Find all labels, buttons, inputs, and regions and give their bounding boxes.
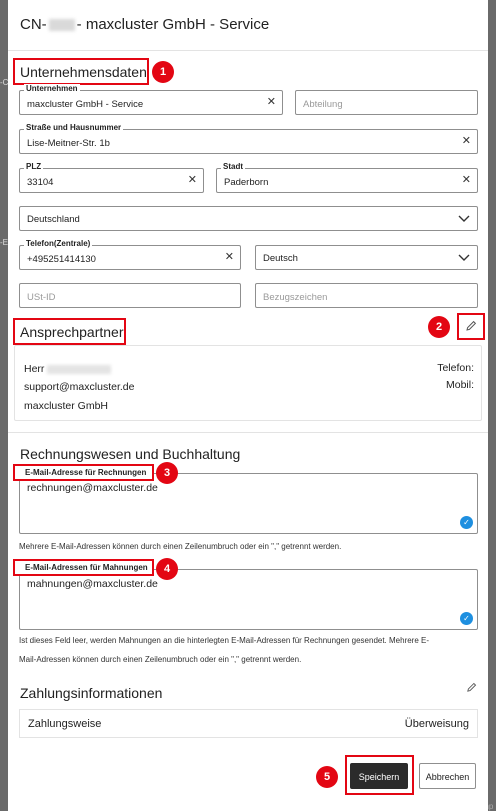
modal-title-prefix: CN- bbox=[20, 16, 47, 33]
pencil-icon[interactable] bbox=[465, 320, 477, 332]
modal-title-suffix: - maxcluster GmbH - Service bbox=[76, 16, 270, 33]
invoice-email-hint: Mehrere E-Mail-Adressen können durch ein… bbox=[19, 542, 342, 551]
language-value: Deutsch bbox=[263, 253, 298, 264]
dunning-email-hint-line-1: Ist dieses Feld leer, werden Mahnungen a… bbox=[19, 636, 430, 645]
phone-value: +495251414130 bbox=[27, 254, 96, 265]
zip-field[interactable]: PLZ 33104 ✕ bbox=[19, 162, 204, 193]
modal-title: CN- - maxcluster GmbH - Service bbox=[20, 16, 269, 33]
phone-field[interactable]: Telefon(Zentrale) +495251414130 ✕ bbox=[19, 239, 241, 270]
annotation-badge-3: 3 bbox=[156, 462, 178, 484]
vat-id-field[interactable]: USt-ID bbox=[19, 283, 241, 308]
country-select[interactable]: Deutschland bbox=[19, 206, 478, 231]
cancel-button[interactable]: Abbrechen bbox=[419, 763, 476, 789]
section-divider bbox=[8, 432, 488, 433]
department-placeholder: Abteilung bbox=[303, 99, 343, 110]
billing-section-heading: Rechnungswesen und Buchhaltung bbox=[20, 446, 241, 462]
vat-id-placeholder: USt-ID bbox=[27, 292, 56, 303]
annotation-badge-2: 2 bbox=[428, 316, 450, 338]
chevron-down-icon bbox=[458, 254, 470, 261]
reference-field[interactable]: Bezugszeichen bbox=[255, 283, 478, 308]
department-field[interactable]: Abteilung bbox=[295, 90, 478, 115]
clear-icon[interactable]: ✕ bbox=[188, 174, 197, 186]
invoice-email-label: E-Mail-Adresse für Rechnungen bbox=[25, 468, 147, 477]
redacted-contact-name bbox=[47, 364, 112, 374]
contact-name: Herr bbox=[24, 363, 112, 375]
check-icon: ✓ bbox=[460, 612, 473, 625]
dunning-email-value: mahnungen@maxcluster.de bbox=[27, 578, 158, 590]
payment-section-heading: Zahlungsinformationen bbox=[20, 685, 163, 701]
dunning-email-hint-line-2: Mail-Adressen können durch einen Zeilenu… bbox=[19, 655, 302, 664]
contact-card: Herr support@maxcluster.de maxcluster Gm… bbox=[14, 345, 482, 421]
company-name-value: maxcluster GmbH - Service bbox=[27, 99, 144, 110]
language-select[interactable]: Deutsch bbox=[255, 245, 478, 270]
annotation-badge-5: 5 bbox=[316, 766, 338, 788]
zip-label: PLZ bbox=[24, 162, 44, 172]
edit-customer-modal: CN- - maxcluster GmbH - Service Unternehm… bbox=[8, 0, 488, 811]
contact-mobile-label: Mobil: bbox=[445, 379, 474, 391]
city-field[interactable]: Stadt Paderborn ✕ bbox=[216, 162, 478, 193]
street-label: Straße und Hausnummer bbox=[24, 123, 124, 133]
invoice-email-textarea[interactable]: rechnungen@maxcluster.de ✓ bbox=[19, 473, 478, 534]
check-icon: ✓ bbox=[460, 516, 473, 529]
reference-placeholder: Bezugszeichen bbox=[263, 292, 328, 303]
phone-label: Telefon(Zentrale) bbox=[24, 239, 93, 249]
pencil-icon[interactable] bbox=[466, 682, 477, 693]
street-value: Lise-Meitner-Str. 1b bbox=[27, 138, 110, 149]
company-section-heading: Unternehmensdaten bbox=[20, 64, 147, 80]
city-label: Stadt bbox=[221, 162, 245, 172]
contact-email: support@maxcluster.de bbox=[24, 381, 135, 393]
contact-company: maxcluster GmbH bbox=[24, 400, 109, 412]
clear-icon[interactable]: ✕ bbox=[267, 96, 276, 108]
save-button[interactable]: Speichern bbox=[350, 763, 408, 789]
contact-section-heading: Ansprechpartner bbox=[20, 324, 124, 340]
payment-method-value: Überweisung bbox=[404, 718, 469, 730]
clear-icon[interactable]: ✕ bbox=[462, 174, 471, 186]
payment-method-label: Zahlungsweise bbox=[28, 718, 102, 730]
chevron-down-icon bbox=[458, 215, 470, 222]
country-value: Deutschland bbox=[27, 214, 80, 225]
clear-icon[interactable]: ✕ bbox=[225, 251, 234, 263]
backdrop-right-edge bbox=[488, 0, 496, 811]
backdrop-left-edge bbox=[0, 0, 8, 811]
annotation-badge-4: 4 bbox=[156, 558, 178, 580]
payment-method-row: Zahlungsweise Überweisung bbox=[19, 709, 478, 738]
clear-icon[interactable]: ✕ bbox=[462, 135, 471, 147]
city-value: Paderborn bbox=[224, 177, 269, 188]
dunning-email-label: E-Mail-Adressen für Mahnungen bbox=[25, 563, 148, 572]
header-divider bbox=[8, 50, 488, 51]
dunning-email-textarea[interactable]: mahnungen@maxcluster.de ✓ bbox=[19, 569, 478, 630]
company-name-label: Unternehmen bbox=[24, 84, 80, 94]
contact-phone-label: Telefon: bbox=[437, 362, 474, 374]
contact-salutation: Herr bbox=[24, 363, 45, 375]
invoice-email-value: rechnungen@maxcluster.de bbox=[27, 482, 158, 494]
street-field[interactable]: Straße und Hausnummer Lise-Meitner-Str. … bbox=[19, 123, 478, 154]
redacted-customer-number bbox=[48, 19, 75, 32]
backdrop-edge-text: -E bbox=[0, 238, 8, 247]
annotation-badge-1: 1 bbox=[152, 61, 174, 83]
zip-value: 33104 bbox=[27, 177, 54, 188]
company-name-field[interactable]: Unternehmen maxcluster GmbH - Service ✕ bbox=[19, 84, 283, 115]
